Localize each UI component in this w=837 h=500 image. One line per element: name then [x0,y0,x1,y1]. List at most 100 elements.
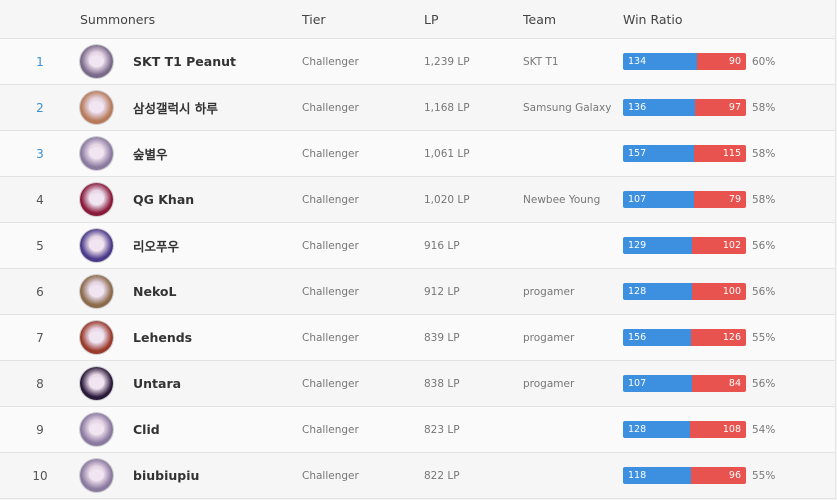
wins-count: 128 [623,283,693,300]
rank-number: 7 [36,330,44,345]
rank-number: 2 [36,100,44,115]
summoner-name[interactable]: 리오푸우 [113,236,302,255]
avatar[interactable] [80,321,113,354]
lp-value: 1,020 LP [424,193,470,206]
losses-count: 97 [694,99,746,116]
summoner-name[interactable]: Clid [113,422,302,437]
avatar[interactable] [80,45,113,78]
rank-number: 10 [32,468,48,483]
team-name: Newbee Young [523,193,601,206]
team-name: progamer [523,331,575,344]
win-ratio-cell: 134 90 60% [623,53,775,70]
wins-count: 118 [623,467,691,484]
team-name: progamer [523,377,575,390]
lp-value: 839 LP [424,331,460,344]
win-ratio-bar: 134 90 [623,53,746,70]
lp-value: 916 LP [424,239,460,252]
losses-count: 84 [691,375,746,392]
avatar-cell [80,137,113,170]
win-ratio-bar: 136 97 [623,99,746,116]
avatar[interactable] [80,91,113,124]
summoners-header[interactable]: Summoners [80,12,302,27]
summoner-name[interactable]: biubiupiu [113,468,302,483]
wins-count: 128 [623,421,690,438]
win-ratio-bar: 157 115 [623,145,746,162]
win-ratio-bar: 128 100 [623,283,746,300]
win-ratio-percent: 56% [752,377,776,390]
lp-value: 1,168 LP [424,101,470,114]
team-name: SKT T1 [523,55,559,68]
summoner-name[interactable]: Untara [113,376,302,391]
losses-count: 100 [692,283,746,300]
tier-value: Challenger [302,55,359,68]
lp-header[interactable]: LP [424,12,523,27]
table-row[interactable]: 10 biubiupiu Challenger 822 LP 118 96 55… [0,453,835,499]
win-ratio-cell: 128 108 54% [623,421,775,438]
losses-count: 102 [691,237,746,254]
lp-value: 822 LP [424,469,460,482]
avatar[interactable] [80,137,113,170]
table-row[interactable]: 3 숲별우 Challenger 1,061 LP 157 115 58% [0,131,835,177]
avatar[interactable] [80,183,113,216]
win-ratio-header[interactable]: Win Ratio [623,12,683,27]
rank-number: 5 [36,238,44,253]
win-ratio-cell: 107 79 58% [623,191,775,208]
wins-count: 129 [623,237,692,254]
avatar[interactable] [80,459,113,492]
team-name: Samsung Galaxy [523,101,612,114]
tier-value: Challenger [302,285,359,298]
summoner-name[interactable]: SKT T1 Peanut [113,54,302,69]
avatar-cell [80,367,113,400]
table-row[interactable]: 8 Untara Challenger 838 LP progamer 107 … [0,361,835,407]
table-row[interactable]: 6 NekoL Challenger 912 LP progamer 128 1… [0,269,835,315]
table-row[interactable]: 5 리오푸우 Challenger 916 LP 129 102 56% [0,223,835,269]
avatar[interactable] [80,275,113,308]
avatar-cell [80,321,113,354]
avatar[interactable] [80,367,113,400]
avatar-cell [80,183,113,216]
win-ratio-cell: 136 97 58% [623,99,775,116]
summoner-name[interactable]: 숲별우 [113,144,302,163]
avatar[interactable] [80,413,113,446]
win-ratio-cell: 118 96 55% [623,467,775,484]
avatar-cell [80,91,113,124]
team-header[interactable]: Team [523,12,623,27]
lp-value: 1,239 LP [424,55,470,68]
win-ratio-bar: 129 102 [623,237,746,254]
avatar[interactable] [80,229,113,262]
win-ratio-cell: 129 102 56% [623,237,775,254]
win-ratio-bar: 107 79 [623,191,746,208]
avatar-cell [80,459,113,492]
avatar-cell [80,413,113,446]
wins-count: 157 [623,145,694,162]
summoner-name[interactable]: NekoL [113,284,302,299]
table-row[interactable]: 2 삼성갤럭시 하루 Challenger 1,168 LP Samsung G… [0,85,835,131]
tier-value: Challenger [302,147,359,160]
win-ratio-bar: 156 126 [623,329,746,346]
win-ratio-percent: 55% [752,469,776,482]
table-row[interactable]: 7 Lehends Challenger 839 LP progamer 156… [0,315,835,361]
summoner-name[interactable]: Lehends [113,330,302,345]
wins-count: 107 [623,375,692,392]
summoner-name[interactable]: 삼성갤럭시 하루 [113,98,302,117]
tier-value: Challenger [302,331,359,344]
table-header: Summoners Tier LP Team Win Ratio [0,0,835,39]
table-row[interactable]: 4 QG Khan Challenger 1,020 LP Newbee You… [0,177,835,223]
tier-header[interactable]: Tier [302,12,424,27]
win-ratio-cell: 156 126 55% [623,329,775,346]
losses-count: 108 [689,421,746,438]
win-ratio-percent: 58% [752,147,776,160]
wins-count: 156 [623,329,692,346]
wins-count: 134 [623,53,697,70]
table-row[interactable]: 9 Clid Challenger 823 LP 128 108 54% [0,407,835,453]
avatar-cell [80,229,113,262]
lp-value: 1,061 LP [424,147,470,160]
table-row[interactable]: 1 SKT T1 Peanut Challenger 1,239 LP SKT … [0,39,835,85]
wins-count: 107 [623,191,694,208]
summoner-name[interactable]: QG Khan [113,192,302,207]
win-ratio-cell: 107 84 56% [623,375,775,392]
tier-value: Challenger [302,239,359,252]
win-ratio-percent: 54% [752,423,776,436]
rank-number: 9 [36,422,44,437]
win-ratio-percent: 56% [752,285,776,298]
